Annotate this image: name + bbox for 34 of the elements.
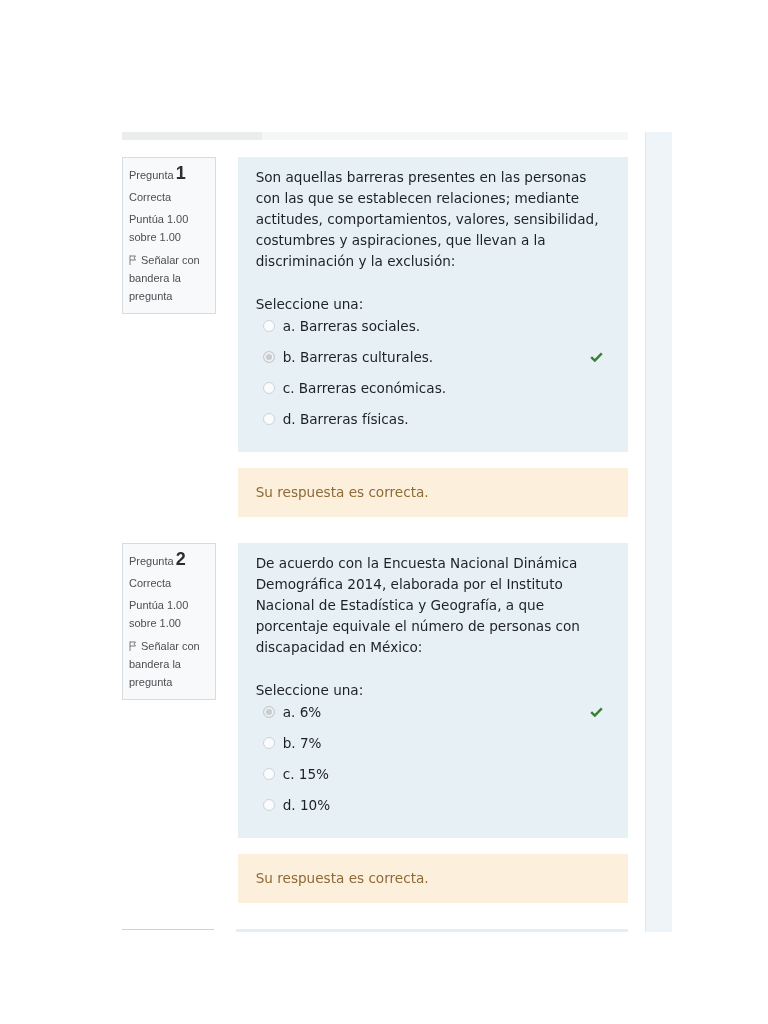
option-label: c. Barreras económicas.	[282, 378, 447, 398]
radio-button[interactable]	[262, 351, 275, 363]
flag-icon	[129, 255, 137, 265]
option-label: b. 7%	[282, 733, 322, 753]
radio-button[interactable]	[262, 413, 275, 425]
flag-question-link[interactable]: Señalar con bandera la pregunta	[129, 637, 209, 691]
radio-button[interactable]	[262, 320, 275, 332]
question-status: Correcta	[129, 576, 173, 591]
radio-button[interactable]	[262, 706, 275, 718]
question-number: 2	[175, 549, 186, 569]
radio-button[interactable]	[262, 799, 275, 811]
option-label: d. 10%	[282, 795, 331, 815]
question-label: Pregunta	[129, 169, 174, 181]
feedback-message: Su respuesta es correcta.	[237, 854, 628, 903]
answer-prompt: Seleccione una:	[255, 295, 365, 314]
option-label: b. Barreras culturales.	[282, 347, 434, 367]
radio-button[interactable]	[262, 768, 275, 780]
feedback-message: Su respuesta es correcta.	[237, 468, 628, 517]
flag-icon	[129, 641, 137, 651]
answer-prompt: Seleccione una:	[255, 681, 365, 700]
question-text: Son aquellas barreras presentes en las personas con las que se establecen relaciones; mediante actitudes, comportamientos, valores, sensibilidad, costumbres y aspiraciones, que llevan a la discriminación y la exclusión:	[255, 168, 600, 271]
question-text: De acuerdo con la Encuesta Nacional Dinámica Demográfica 2014, elaborada por el Instituto Nacional de Estadística y Geografía, a que porcentaje equivale el número de personas con discapacidad en México:	[255, 554, 581, 657]
option-label: d. Barreras físicas.	[282, 409, 409, 429]
question-label: Pregunta	[129, 555, 174, 567]
option-label: a. 6%	[282, 702, 322, 722]
radio-button[interactable]	[262, 737, 275, 749]
question-grade: Puntúa 1.00 sobre 1.00	[129, 212, 190, 245]
question-grade: Puntúa 1.00 sobre 1.00	[129, 598, 190, 631]
question-status: Correcta	[129, 190, 173, 205]
option-label: c. 15%	[282, 764, 329, 784]
flag-question-link[interactable]: Señalar con bandera la pregunta	[129, 251, 209, 305]
option-label: a. Barreras sociales.	[282, 316, 421, 336]
question-number: 1	[175, 163, 186, 183]
radio-button[interactable]	[262, 382, 275, 394]
